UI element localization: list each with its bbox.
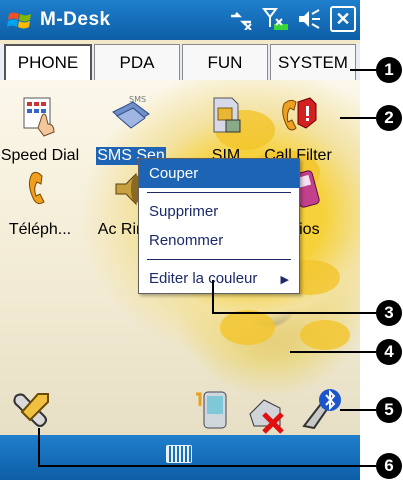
sms-icon: SMS bbox=[112, 95, 150, 129]
callout-marker-6: 6 bbox=[376, 453, 402, 479]
callout-line-3 bbox=[212, 312, 376, 314]
app-icon-sim[interactable]: SIM bbox=[186, 94, 266, 165]
app-label: Téléph... bbox=[8, 221, 72, 238]
app-icon-sms[interactable]: SMS SMS Sen bbox=[96, 94, 166, 165]
app-icon-speed-dial[interactable]: Speed Dial bbox=[0, 94, 80, 165]
device-screen: M-Desk ✕ PHONE PDA FUN SYSTEM Speed Dial… bbox=[0, 0, 360, 480]
menu-separator bbox=[147, 192, 291, 193]
menu-separator bbox=[147, 259, 291, 260]
signal-icon[interactable] bbox=[262, 6, 288, 32]
app-label: Speed Dial bbox=[0, 147, 80, 164]
tab-phone[interactable]: PHONE bbox=[4, 44, 92, 80]
call-filter-icon bbox=[282, 97, 317, 131]
callout-line-5 bbox=[340, 409, 376, 411]
callout-marker-1: 1 bbox=[376, 57, 402, 83]
app-icon-call-filter[interactable]: Call Filter bbox=[258, 94, 338, 165]
menu-item-couper[interactable]: Couper bbox=[139, 159, 299, 188]
windows-start-icon[interactable] bbox=[6, 6, 34, 34]
taskbar bbox=[0, 435, 360, 480]
app-icon-telephone[interactable]: Téléph... bbox=[0, 168, 80, 239]
title-bar: M-Desk ✕ bbox=[0, 0, 360, 40]
connectivity-icon[interactable] bbox=[228, 6, 254, 32]
tab-pda[interactable]: PDA bbox=[94, 44, 180, 80]
callout-marker-4: 4 bbox=[376, 339, 402, 365]
menu-item-label: Editer la couleur bbox=[149, 270, 258, 287]
keyboard-icon[interactable] bbox=[166, 445, 192, 463]
callout-line-6 bbox=[38, 465, 376, 467]
svg-text:SMS: SMS bbox=[129, 95, 146, 104]
callout-line-4 bbox=[290, 351, 376, 353]
menu-item-editer-couleur[interactable]: Editer la couleur ▶ bbox=[139, 264, 299, 293]
speed-dial-icon bbox=[23, 97, 55, 137]
bluetooth-icon[interactable] bbox=[298, 386, 344, 432]
category-tabs: PHONE PDA FUN SYSTEM bbox=[0, 44, 360, 80]
pda-sync-icon[interactable] bbox=[192, 388, 232, 432]
close-button[interactable]: ✕ bbox=[330, 6, 356, 32]
phone-icon bbox=[28, 171, 45, 205]
volume-icon[interactable] bbox=[296, 6, 322, 32]
submenu-arrow-icon: ▶ bbox=[280, 274, 289, 286]
callout-line-2 bbox=[340, 117, 376, 119]
sim-icon bbox=[213, 97, 241, 133]
wrench-settings-icon[interactable] bbox=[8, 388, 54, 434]
callout-marker-5: 5 bbox=[376, 397, 402, 423]
no-sync-icon[interactable] bbox=[244, 390, 288, 434]
callout-marker-2: 2 bbox=[376, 105, 402, 131]
context-menu: Couper Supprimer Renommer Editer la coul… bbox=[138, 158, 300, 294]
menu-item-supprimer[interactable]: Supprimer bbox=[139, 197, 299, 226]
menu-item-renommer[interactable]: Renommer bbox=[139, 226, 299, 255]
tab-fun[interactable]: FUN bbox=[182, 44, 268, 80]
app-title: M-Desk bbox=[40, 9, 111, 30]
callout-marker-3: 3 bbox=[376, 300, 402, 326]
callout-line-3-vertical bbox=[212, 280, 214, 313]
callout-line-1 bbox=[350, 69, 377, 71]
callout-line-6-vertical bbox=[38, 428, 40, 466]
tab-system[interactable]: SYSTEM bbox=[270, 44, 356, 80]
